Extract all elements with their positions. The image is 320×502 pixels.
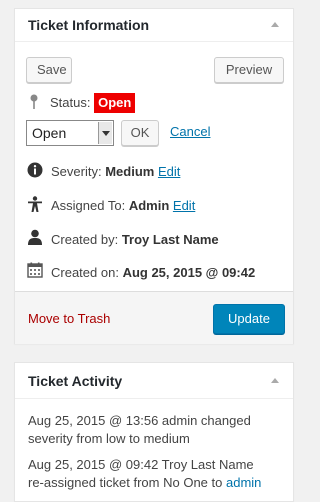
- collapse-arrow-icon[interactable]: [271, 378, 279, 383]
- created-by-value: Troy Last Name: [121, 232, 219, 247]
- assigned-label: Assigned To:: [51, 198, 126, 213]
- assigned-edit-link[interactable]: Edit: [173, 198, 195, 213]
- user-icon: [28, 229, 42, 245]
- activity-line: Aug 25, 2015 @ 13:56 admin changed: [28, 413, 251, 428]
- activity-user-link[interactable]: admin: [226, 475, 261, 490]
- severity-row: Severity: Medium Edit: [51, 164, 180, 179]
- info-icon: [27, 162, 43, 178]
- move-to-trash-link[interactable]: Move to Trash: [28, 311, 110, 326]
- status-label: Status:: [50, 95, 91, 110]
- status-select[interactable]: Open: [26, 120, 114, 146]
- panel-footer: Move to Trash Update: [15, 291, 293, 344]
- assigned-value: Admin: [128, 198, 170, 213]
- severity-edit-link[interactable]: Edit: [158, 164, 180, 179]
- cancel-link[interactable]: Cancel: [170, 124, 210, 139]
- update-button[interactable]: Update: [213, 304, 285, 334]
- status-select-value: Open: [32, 125, 67, 141]
- status-badge: Open: [94, 93, 136, 113]
- panel-title: Ticket Information: [28, 17, 150, 33]
- severity-label: Severity:: [51, 164, 102, 179]
- dropdown-arrow-icon[interactable]: [98, 122, 112, 144]
- ok-button[interactable]: OK: [121, 120, 159, 146]
- activity-text: re-assigned ticket from No One to: [28, 475, 226, 490]
- ticket-activity-panel: Ticket Activity Aug 25, 2015 @ 13:56 adm…: [14, 362, 294, 502]
- calendar-icon: [27, 262, 43, 278]
- created-by-row: Created by: Troy Last Name: [51, 232, 219, 247]
- activity-line: Aug 25, 2015 @ 09:42 Troy Last Name: [28, 457, 254, 472]
- created-by-label: Created by:: [51, 232, 119, 247]
- activity-line: severity from low to medium: [28, 431, 190, 446]
- created-on-row: Created on: Aug 25, 2015 @ 09:42: [51, 265, 255, 280]
- pin-icon: [30, 94, 38, 109]
- activity-line: re-assigned ticket from No One to admin: [28, 474, 288, 492]
- collapse-arrow-icon[interactable]: [271, 22, 279, 27]
- severity-value: Medium: [105, 164, 155, 179]
- assign-person-icon: [28, 196, 42, 212]
- panel-title: Ticket Activity: [28, 373, 123, 389]
- assigned-row: Assigned To: Admin Edit: [51, 198, 195, 213]
- activity-entry: Aug 25, 2015 @ 13:56 admin changed sever…: [28, 412, 288, 448]
- ticket-information-panel: Ticket Information Save Preview Status: …: [14, 8, 294, 344]
- panel-header[interactable]: Ticket Information: [15, 9, 293, 42]
- save-button[interactable]: Save: [26, 57, 72, 83]
- status-row: Status: Open: [50, 93, 136, 113]
- created-on-label: Created on:: [51, 265, 119, 280]
- preview-button[interactable]: Preview: [214, 57, 284, 83]
- created-on-value: Aug 25, 2015 @ 09:42: [122, 265, 256, 280]
- panel-header[interactable]: Ticket Activity: [15, 363, 293, 399]
